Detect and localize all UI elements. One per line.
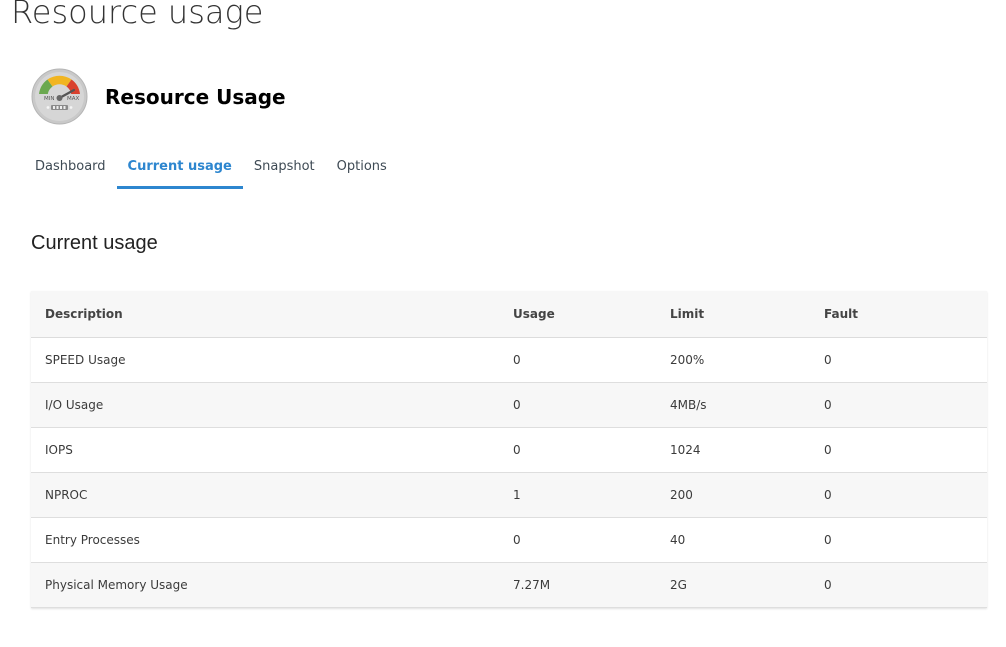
header-usage: Usage (499, 291, 656, 338)
table-row: IOPS 0 1024 0 (31, 427, 987, 472)
tab-dashboard[interactable]: Dashboard (24, 148, 117, 189)
cell-usage: 0 (513, 397, 521, 412)
cell-limit: 200 (670, 487, 693, 502)
cell-usage: 0 (513, 532, 521, 547)
page-heading: Resource usage (11, 0, 264, 31)
table-row: Physical Memory Usage 7.27M 2G 0 (31, 562, 987, 607)
cell-limit: 200% (670, 352, 705, 367)
cell-usage: 7.27M (513, 577, 551, 592)
table-row: I/O Usage 0 4MB/s 0 (31, 382, 987, 427)
cell-description: IOPS (45, 442, 73, 457)
cell-limit: 40 (670, 532, 686, 547)
cell-fault: 0 (824, 397, 832, 412)
cell-limit: 2G (670, 577, 687, 592)
section-title: Current usage (31, 232, 158, 254)
cell-usage: 0 (513, 442, 521, 457)
table-row: Entry Processes 0 40 0 (31, 517, 987, 562)
cell-limit: 1024 (670, 442, 701, 457)
cell-fault: 0 (824, 487, 832, 502)
table-row: SPEED Usage 0 200% 0 (31, 337, 987, 382)
cell-description: I/O Usage (45, 397, 104, 412)
header-limit: Limit (656, 291, 810, 338)
gauge-icon: MIN MAX (31, 68, 88, 125)
cell-fault: 0 (824, 352, 832, 367)
app-title: Resource Usage (105, 84, 286, 109)
header-fault: Fault (810, 291, 987, 338)
cell-fault: 0 (824, 577, 832, 592)
cell-description: Physical Memory Usage (45, 577, 188, 592)
table-row: NPROC 1 200 0 (31, 472, 987, 517)
cell-usage: 1 (513, 487, 521, 502)
cell-description: SPEED Usage (45, 352, 126, 367)
app-header: MIN MAX Resource Usage (31, 68, 286, 125)
tab-bar: Dashboard Current usage Snapshot Options (24, 148, 398, 189)
cell-description: Entry Processes (45, 532, 140, 547)
usage-table: Description Usage Limit Fault SPEED Usag… (31, 291, 987, 608)
tab-snapshot[interactable]: Snapshot (243, 148, 326, 189)
tab-options[interactable]: Options (326, 148, 398, 189)
cell-description: NPROC (45, 487, 88, 502)
cell-fault: 0 (824, 532, 832, 547)
cell-usage: 0 (513, 352, 521, 367)
svg-text:MIN: MIN (44, 96, 54, 102)
header-description: Description (31, 291, 499, 338)
cell-limit: 4MB/s (670, 397, 707, 412)
svg-text:MAX: MAX (67, 96, 80, 102)
cell-fault: 0 (824, 442, 832, 457)
table-header-row: Description Usage Limit Fault (31, 291, 987, 338)
tab-current-usage[interactable]: Current usage (116, 148, 243, 189)
